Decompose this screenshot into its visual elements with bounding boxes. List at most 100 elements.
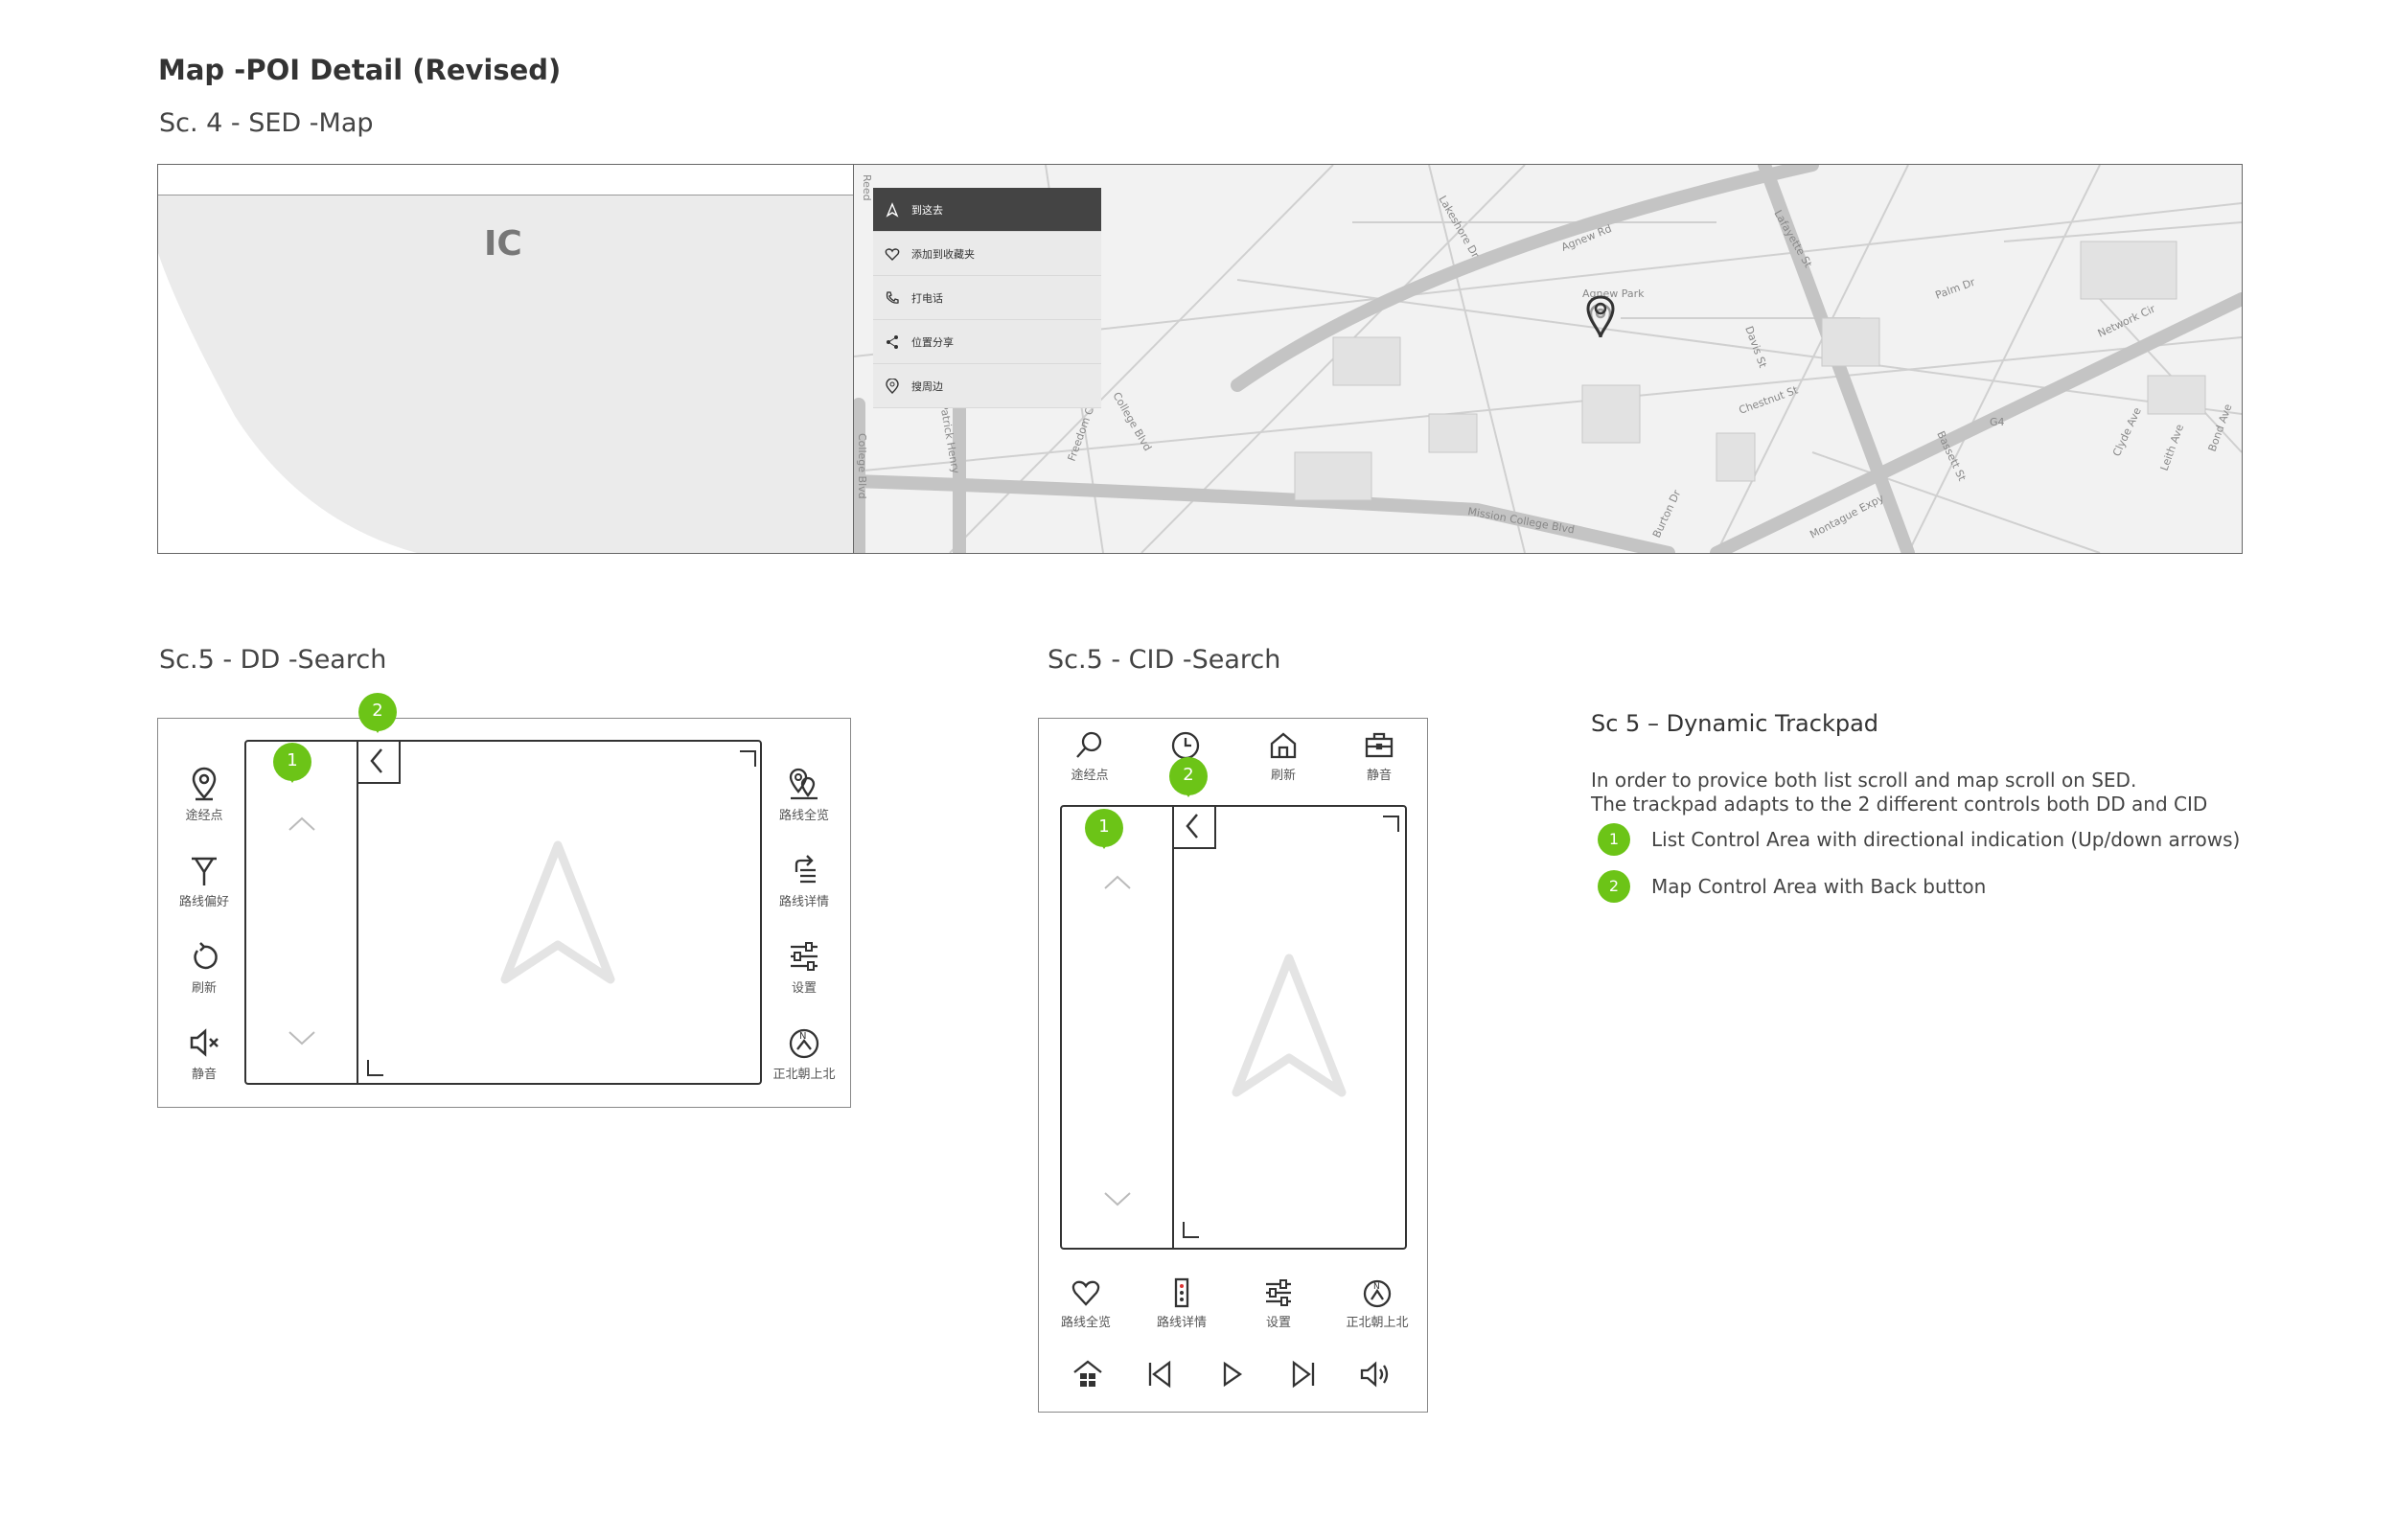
map-label-road10: Burton Dr — [1650, 488, 1684, 540]
corner-bottom-left-icon — [1183, 1222, 1199, 1238]
traffic-light-icon — [1174, 1277, 1189, 1308]
heart-icon — [885, 247, 900, 261]
dd-label: Sc.5 - DD -Search — [159, 645, 387, 675]
map-label-road4: Mission College Blvd — [1466, 505, 1575, 536]
route-preference-icon — [192, 857, 217, 885]
dd-refresh-button[interactable]: 刷新 — [166, 939, 242, 996]
back-icon — [370, 748, 382, 773]
dd-route-detail-button[interactable]: 路线详情 — [766, 853, 842, 909]
page-title: Map -POI Detail (Revised) — [158, 54, 562, 86]
notes-line2: The trackpad adapts to the 2 different c… — [1591, 793, 2208, 816]
dd-trackpad[interactable] — [244, 740, 762, 1085]
menu-item-label: 到这去 — [911, 203, 943, 217]
volume-icon[interactable] — [1359, 1359, 1392, 1390]
dd-back-button[interactable] — [358, 742, 401, 784]
map-view[interactable]: Agnew Park Agnew Rd Lakeshore Dr Lafayet… — [854, 165, 2242, 553]
menu-item-label: 打电话 — [911, 291, 943, 305]
menu-item-label: 位置分享 — [911, 335, 954, 349]
map-label-road8: College Blvd — [856, 433, 868, 499]
cid-trackpad[interactable] — [1060, 805, 1407, 1250]
cid-route-detail-button[interactable]: 路线详情 — [1139, 1277, 1225, 1330]
map-label-road19: Reed — [861, 174, 873, 201]
settings-icon — [1266, 1279, 1291, 1306]
cid-north-up-label: 正北朝上北 — [1346, 1316, 1409, 1330]
dd-waypoint-label: 途经点 — [185, 809, 223, 823]
home-grid-icon[interactable] — [1071, 1359, 1104, 1390]
dd-route-overview-button[interactable]: 路线全览 — [766, 767, 842, 823]
dd-route-preference-button[interactable]: 路线偏好 — [166, 853, 242, 909]
navigation-arrow-icon — [500, 840, 615, 984]
chevron-down-icon[interactable] — [287, 1029, 317, 1048]
notes-item-2-text: Map Control Area with Back button — [1651, 875, 1987, 898]
cid-label: Sc.5 - CID -Search — [1048, 645, 1281, 675]
share-icon — [887, 334, 898, 349]
phone-icon — [886, 290, 899, 304]
map-label-hwy: G4 — [1990, 416, 2005, 428]
cid-list-control-area[interactable] — [1062, 807, 1172, 1248]
refresh-icon — [194, 942, 218, 970]
map-label-road12: Clyde Ave — [2110, 405, 2144, 458]
svg-text:N: N — [1373, 1282, 1380, 1292]
menu-item-favorite[interactable]: 添加到收藏夹 — [873, 232, 1101, 276]
dd-settings-button[interactable]: 设置 — [766, 939, 842, 996]
cid-search-button[interactable]: 途经点 — [1047, 730, 1133, 783]
notes-title: Sc 5 – Dynamic Trackpad — [1591, 710, 1879, 737]
map-label-road16: Palm Dr — [1934, 276, 1977, 302]
cid-route-detail-label: 路线详情 — [1156, 1316, 1207, 1330]
cid-badge-map-control: 2 — [1169, 757, 1208, 797]
poi-action-menu: 到这去 添加到收藏夹 打电话 位置分享 搜周边 — [873, 188, 1101, 408]
chevron-down-icon[interactable] — [1102, 1190, 1133, 1209]
cid-trackpad-divider — [1172, 807, 1174, 1248]
dd-route-detail-label: 路线详情 — [778, 895, 829, 909]
dd-north-up-label: 正北朝上北 — [772, 1068, 836, 1082]
dd-waypoint-button[interactable]: 途经点 — [166, 767, 242, 823]
cid-briefcase-label: 静音 — [1366, 769, 1392, 783]
route-overview-icon — [789, 768, 818, 800]
north-up-icon: N — [789, 1028, 819, 1059]
map-label-road2: Lakeshore Dr — [1436, 194, 1482, 261]
dd-refresh-label: 刷新 — [191, 981, 217, 996]
mute-icon — [190, 1028, 219, 1057]
notes-badge-1: 1 — [1598, 823, 1630, 856]
cid-home-label: 刷新 — [1270, 769, 1296, 783]
cid-badge-list-control: 1 — [1085, 809, 1123, 849]
chevron-up-icon[interactable] — [1102, 872, 1133, 891]
cid-briefcase-button[interactable]: 静音 — [1336, 730, 1422, 783]
svg-text:N: N — [799, 1031, 806, 1042]
cid-north-up-button[interactable]: N 正北朝上北 — [1334, 1277, 1420, 1330]
location-pin-icon — [886, 378, 899, 394]
play-icon[interactable] — [1216, 1359, 1247, 1390]
notes-item-1: 1 List Control Area with directional ind… — [1598, 823, 2240, 856]
dd-mute-button[interactable]: 静音 — [166, 1025, 242, 1082]
dd-list-control-area[interactable] — [246, 742, 357, 1083]
navigate-icon — [886, 201, 899, 218]
chevron-up-icon[interactable] — [287, 814, 317, 833]
menu-item-call[interactable]: 打电话 — [873, 276, 1101, 320]
dd-settings-label: 设置 — [791, 981, 817, 996]
cid-search-label: 途经点 — [1071, 769, 1109, 783]
menu-item-navigate[interactable]: 到这去 — [873, 188, 1101, 232]
sed-screen: IC Agnew Park Agnew Rd Lakeshore Dr Lafa… — [157, 164, 2243, 554]
route-detail-icon — [795, 855, 816, 884]
briefcase-icon — [1365, 732, 1394, 758]
notes-badge-2: 2 — [1598, 870, 1630, 903]
cid-back-button[interactable] — [1174, 807, 1216, 849]
home-icon — [1270, 732, 1297, 759]
next-icon[interactable] — [1288, 1359, 1319, 1390]
menu-item-share[interactable]: 位置分享 — [873, 320, 1101, 364]
menu-item-nearby[interactable]: 搜周边 — [873, 364, 1101, 408]
dd-north-up-button[interactable]: N 正北朝上北 — [766, 1025, 842, 1082]
dd-route-overview-label: 路线全览 — [778, 809, 829, 823]
previous-icon[interactable] — [1144, 1359, 1175, 1390]
cid-settings-button[interactable]: 设置 — [1235, 1277, 1322, 1330]
map-label-park: Agnew Park — [1582, 287, 1645, 300]
dd-badge-map-control: 2 — [358, 693, 397, 733]
navigation-arrow-icon — [1232, 954, 1347, 1097]
dd-trackpad-divider — [357, 742, 358, 1083]
notes-item-2: 2 Map Control Area with Back button — [1598, 870, 1986, 903]
cid-route-overview-button[interactable]: 路线全览 — [1043, 1277, 1129, 1330]
map-label-road15: Network Cir — [2096, 302, 2158, 339]
notes-line1: In order to provice both list scroll and… — [1591, 769, 2137, 792]
cid-home-button[interactable]: 刷新 — [1240, 730, 1326, 783]
corner-top-right-icon — [740, 750, 756, 767]
